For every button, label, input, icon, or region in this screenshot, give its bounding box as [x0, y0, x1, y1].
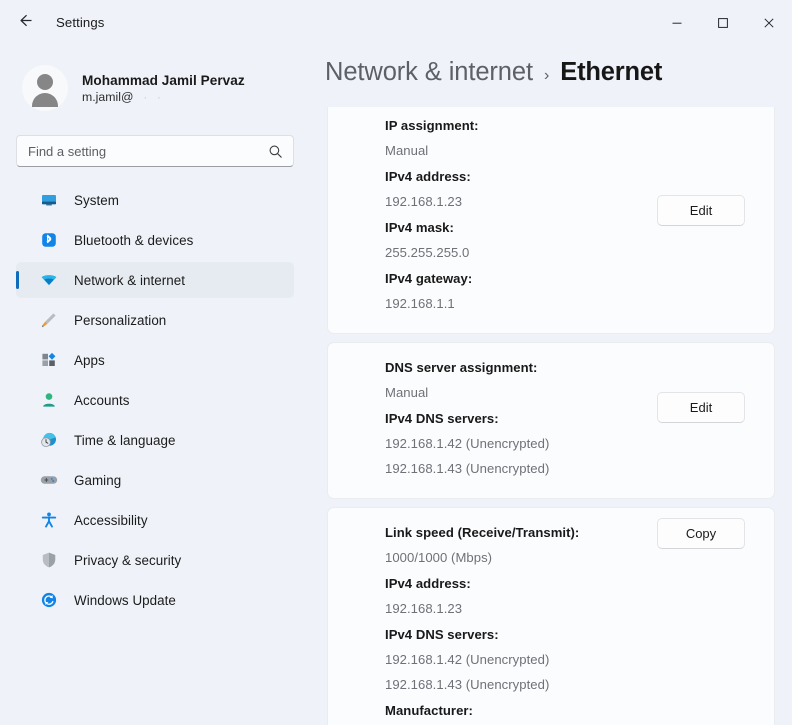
breadcrumb-separator-icon: ›: [543, 67, 550, 84]
search-input[interactable]: [17, 143, 268, 159]
sidebar-item-label: Apps: [74, 352, 105, 368]
gamepad-icon: [38, 470, 60, 490]
monitor-icon: [38, 190, 60, 210]
close-button[interactable]: [746, 0, 792, 45]
back-button[interactable]: [8, 8, 42, 38]
field-value: 255.255.255.0: [385, 245, 470, 260]
sidebar-item-gaming[interactable]: Gaming: [16, 462, 294, 498]
field-ipv4-dns-servers: IPv4 DNS servers: 192.168.1.42 (Unencryp…: [385, 622, 756, 697]
copy-properties-button[interactable]: Copy: [657, 518, 745, 549]
accessibility-person-icon: [38, 510, 60, 530]
sidebar-item-system[interactable]: System: [16, 182, 294, 218]
field-ipv4-gateway: IPv4 gateway: 192.168.1.1: [385, 266, 756, 316]
minimize-button[interactable]: [654, 0, 700, 45]
sidebar-nav: System Bluetooth & devices Network & int…: [16, 182, 294, 618]
profile-card[interactable]: Mohammad Jamil Pervaz m.jamil@ · ·: [16, 55, 294, 121]
sidebar-item-time-language[interactable]: Time & language: [16, 422, 294, 458]
paintbrush-icon: [38, 310, 60, 330]
field-label: DNS server assignment:: [385, 360, 538, 375]
sidebar-item-label: Time & language: [74, 432, 176, 448]
profile-email-text: m.jamil@: [82, 89, 134, 104]
breadcrumb-parent-link[interactable]: Network & internet: [325, 58, 533, 87]
field-value: 192.168.1.23: [385, 601, 463, 616]
apps-grid-icon: [38, 350, 60, 370]
field-value: 192.168.1.42 (Unencrypted) 192.168.1.43 …: [385, 436, 550, 476]
main-content: Network & internet › Ethernet Edit IP as…: [310, 45, 792, 725]
ip-assignment-card: Edit IP assignment: Manual IPv4 address:…: [327, 107, 775, 334]
sidebar-item-windows-update[interactable]: Windows Update: [16, 582, 294, 618]
field-ip-assignment: IP assignment: Manual: [385, 113, 756, 163]
title-bar: Settings: [0, 0, 792, 45]
field-value: 192.168.1.1: [385, 296, 455, 311]
person-avatar-icon: [22, 65, 68, 111]
adapter-properties-action: Copy: [657, 518, 745, 549]
field-label: Manufacturer:: [385, 703, 473, 718]
field-label: IP assignment:: [385, 118, 479, 133]
field-label: IPv4 address:: [385, 576, 471, 591]
field-label: IPv4 address:: [385, 169, 471, 184]
sidebar-item-label: Network & internet: [74, 272, 186, 288]
sidebar-item-label: Accessibility: [74, 512, 148, 528]
account-person-icon: [38, 390, 60, 410]
window-controls: [654, 0, 792, 45]
sidebar-item-network-internet[interactable]: Network & internet: [16, 262, 294, 298]
dns-server-action: Edit: [657, 392, 745, 423]
sidebar-item-accounts[interactable]: Accounts: [16, 382, 294, 418]
sidebar-item-label: Gaming: [74, 472, 122, 488]
sidebar: Mohammad Jamil Pervaz m.jamil@ · · System: [0, 45, 310, 725]
adapter-properties-card: Copy Link speed (Receive/Transmit): 1000…: [327, 507, 775, 725]
search-icon: [268, 144, 283, 159]
field-ipv4-address: IPv4 address: 192.168.1.23: [385, 571, 756, 621]
sidebar-item-label: Bluetooth & devices: [74, 232, 194, 248]
dns-server-card: Edit DNS server assignment: Manual IPv4 …: [327, 342, 775, 499]
shield-icon: [38, 550, 60, 570]
sidebar-item-label: Privacy & security: [74, 552, 182, 568]
app-title: Settings: [56, 15, 105, 30]
field-manufacturer: Manufacturer: Intel: [385, 698, 756, 725]
sidebar-item-personalization[interactable]: Personalization: [16, 302, 294, 338]
sidebar-item-privacy-security[interactable]: Privacy & security: [16, 542, 294, 578]
sidebar-item-accessibility[interactable]: Accessibility: [16, 502, 294, 538]
network-wifi-icon: [38, 270, 60, 290]
clock-globe-icon: [38, 430, 60, 450]
search-box[interactable]: [16, 135, 294, 167]
settings-scroll-area[interactable]: Edit IP assignment: Manual IPv4 address:…: [310, 107, 792, 725]
profile-email-redacted: · ·: [143, 89, 165, 104]
edit-ip-assignment-button[interactable]: Edit: [657, 195, 745, 226]
page-title: Ethernet: [560, 58, 663, 86]
sidebar-item-label: Personalization: [74, 312, 167, 328]
bluetooth-icon: [38, 230, 60, 250]
profile-name: Mohammad Jamil Pervaz: [82, 72, 245, 88]
breadcrumb: Network & internet › Ethernet: [310, 45, 792, 107]
sidebar-item-bluetooth-devices[interactable]: Bluetooth & devices: [16, 222, 294, 258]
profile-email: m.jamil@ · ·: [82, 90, 245, 104]
ip-assignment-action: Edit: [657, 195, 745, 226]
field-value: Manual: [385, 143, 429, 158]
back-arrow-icon: [17, 12, 34, 34]
edit-dns-server-button[interactable]: Edit: [657, 392, 745, 423]
sidebar-item-label: System: [74, 192, 119, 208]
field-value: 192.168.1.42 (Unencrypted) 192.168.1.43 …: [385, 652, 550, 692]
sidebar-item-apps[interactable]: Apps: [16, 342, 294, 378]
sidebar-item-label: Windows Update: [74, 592, 176, 608]
sidebar-item-label: Accounts: [74, 392, 130, 408]
update-refresh-icon: [38, 590, 60, 610]
maximize-button[interactable]: [700, 0, 746, 45]
field-label: IPv4 gateway:: [385, 271, 473, 286]
field-label: IPv4 DNS servers:: [385, 627, 499, 642]
